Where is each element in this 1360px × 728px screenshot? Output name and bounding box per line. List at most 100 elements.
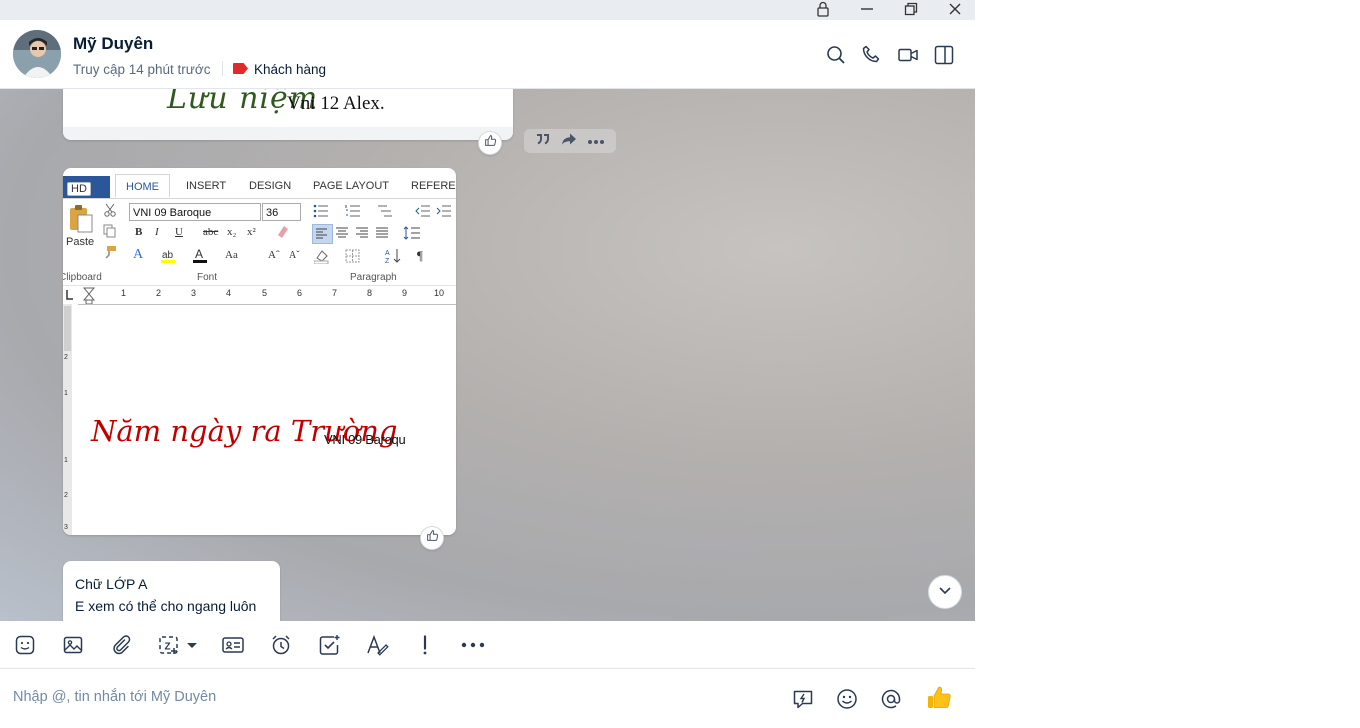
thumbs-up-outline-icon (426, 529, 439, 547)
text-message[interactable]: Chữ LỚP A E xem có thể cho ngang luôn (63, 561, 280, 621)
tag-icon[interactable] (232, 62, 249, 80)
restore-icon[interactable] (896, 0, 926, 18)
vruler-number: 2 (64, 354, 68, 361)
message-composer: Nhập @, tin nhắn tới Mỹ Duyên (0, 669, 975, 728)
vertical-ruler: 2 1 1 2 3 (63, 304, 72, 535)
important-icon[interactable] (412, 632, 438, 658)
like-reaction-button[interactable] (478, 131, 502, 155)
font-name-text: Vni 12 Alex. (287, 93, 385, 114)
bold-icon: B (135, 226, 143, 238)
change-case-icon: Aa (225, 249, 238, 261)
italic-icon: I (155, 226, 159, 238)
multilevel-list-icon (377, 204, 393, 223)
avatar[interactable] (13, 30, 61, 78)
thumbs-up-icon[interactable] (925, 684, 953, 712)
strikethrough-icon: abc (203, 226, 219, 238)
more-icon[interactable] (587, 132, 605, 150)
sidebar-toggle-icon[interactable] (932, 43, 956, 67)
message-hover-actions (524, 129, 616, 153)
ruler-number: 7 (332, 288, 338, 298)
message-text-line: Chữ LỚP A (75, 576, 148, 592)
quote-icon[interactable] (535, 132, 551, 151)
vruler-number: 2 (64, 492, 68, 499)
justify-icon (374, 225, 390, 246)
doc-font-label: VNI 09 Baroqu (324, 432, 406, 447)
customer-tag-label[interactable]: Khách hàng (254, 62, 326, 77)
minimize-icon[interactable] (852, 0, 882, 18)
group-clipboard-label: Clipboard (63, 272, 102, 283)
sort-icon: AZ (385, 248, 401, 269)
more-icon[interactable] (460, 632, 486, 658)
ruler-number: 8 (367, 288, 373, 298)
search-icon[interactable] (824, 43, 848, 67)
vruler-number: 1 (64, 457, 68, 464)
image-icon[interactable] (60, 632, 86, 658)
tab-insert: INSERT (186, 180, 227, 192)
vruler-number: 1 (64, 390, 68, 397)
like-reaction-button[interactable] (420, 526, 444, 550)
font-name-box: VNI 09 Baroque (129, 203, 261, 221)
line-spacing-icon (403, 225, 421, 246)
chevron-down-icon (937, 582, 953, 603)
contact-name[interactable]: Mỹ Duyên (73, 34, 153, 54)
image-content: Lưu niệm Vni 12 Alex. (63, 89, 513, 127)
underline-icon: U (175, 226, 183, 238)
page-edge (78, 304, 456, 305)
quick-message-icon[interactable] (791, 687, 815, 711)
title-bar (0, 0, 975, 20)
video-icon[interactable] (896, 43, 920, 67)
close-icon[interactable] (940, 0, 970, 18)
image-message-word-screenshot[interactable]: HD HOME INSERT DESIGN PAGE LAYOUT REFERE… (63, 168, 456, 535)
attachment-icon[interactable] (108, 632, 134, 658)
tab-references: REFEREN (411, 180, 456, 192)
show-marks-icon: ¶ (417, 248, 423, 263)
message-text-line: E xem có thể cho ngang luôn (75, 598, 257, 614)
align-right-icon (354, 225, 370, 246)
horizontal-ruler: 1 2 3 4 5 6 7 8 9 10 (63, 285, 456, 305)
paste-label: Paste (66, 236, 95, 248)
phone-icon[interactable] (860, 43, 884, 67)
emoji-icon[interactable] (835, 687, 859, 711)
ruler-number: 1 (121, 288, 127, 298)
last-seen-status: Truy cập 14 phút trước (73, 62, 211, 77)
tab-home: HOME (115, 174, 170, 197)
scroll-to-bottom-button[interactable] (928, 575, 962, 609)
contact-card-icon[interactable] (220, 632, 246, 658)
shrink-font-icon: Aˇ (289, 250, 300, 261)
screenshot-icon[interactable]: Z (156, 632, 200, 658)
mention-icon[interactable] (879, 687, 903, 711)
numbering-icon (345, 204, 361, 223)
bullets-icon (313, 204, 329, 223)
sticker-icon[interactable] (12, 632, 38, 658)
word-ribbon-tabs: HD HOME INSERT DESIGN PAGE LAYOUT REFERE… (63, 174, 456, 199)
message-input[interactable]: Nhập @, tin nhắn tới Mỹ Duyên (13, 689, 216, 705)
paste-icon (67, 204, 95, 239)
superscript-icon: x² (247, 226, 256, 238)
task-icon[interactable] (316, 632, 342, 658)
text-format-icon[interactable] (364, 632, 390, 658)
message-footer (63, 127, 513, 140)
lock-icon[interactable] (808, 0, 838, 18)
ruler-number: 10 (434, 288, 445, 298)
ruler-number: 2 (156, 288, 162, 298)
image-message-font-sample[interactable]: Lưu niệm Vni 12 Alex. (63, 89, 513, 140)
reminder-icon[interactable] (268, 632, 294, 658)
thumbs-up-outline-icon (484, 134, 497, 152)
font-size-box: 36 (262, 203, 301, 221)
forward-icon[interactable] (561, 132, 577, 151)
svg-text:A: A (195, 247, 203, 261)
chat-window: Mỹ Duyên Truy cập 14 phút trước Khách hà… (0, 0, 975, 728)
borders-icon (345, 249, 361, 268)
tab-design: DESIGN (249, 180, 292, 192)
document-page: 2 1 1 2 3 Năm ngày ra Trường VNI 09 Baro… (63, 304, 456, 535)
copy-icon (103, 224, 117, 243)
ruler-number: 4 (226, 288, 232, 298)
shading-icon (313, 248, 330, 269)
subscript-icon: x₂ (227, 226, 237, 238)
ruler-margin (64, 306, 71, 351)
ruler-number: 6 (297, 288, 303, 298)
compose-toolbar: Z (0, 621, 975, 669)
message-list[interactable]: Lưu niệm Vni 12 Alex. HD HOME INSERT DES… (0, 89, 975, 621)
conversation-header: Mỹ Duyên Truy cập 14 phút trước Khách hà… (0, 20, 975, 89)
cut-icon (103, 203, 117, 222)
